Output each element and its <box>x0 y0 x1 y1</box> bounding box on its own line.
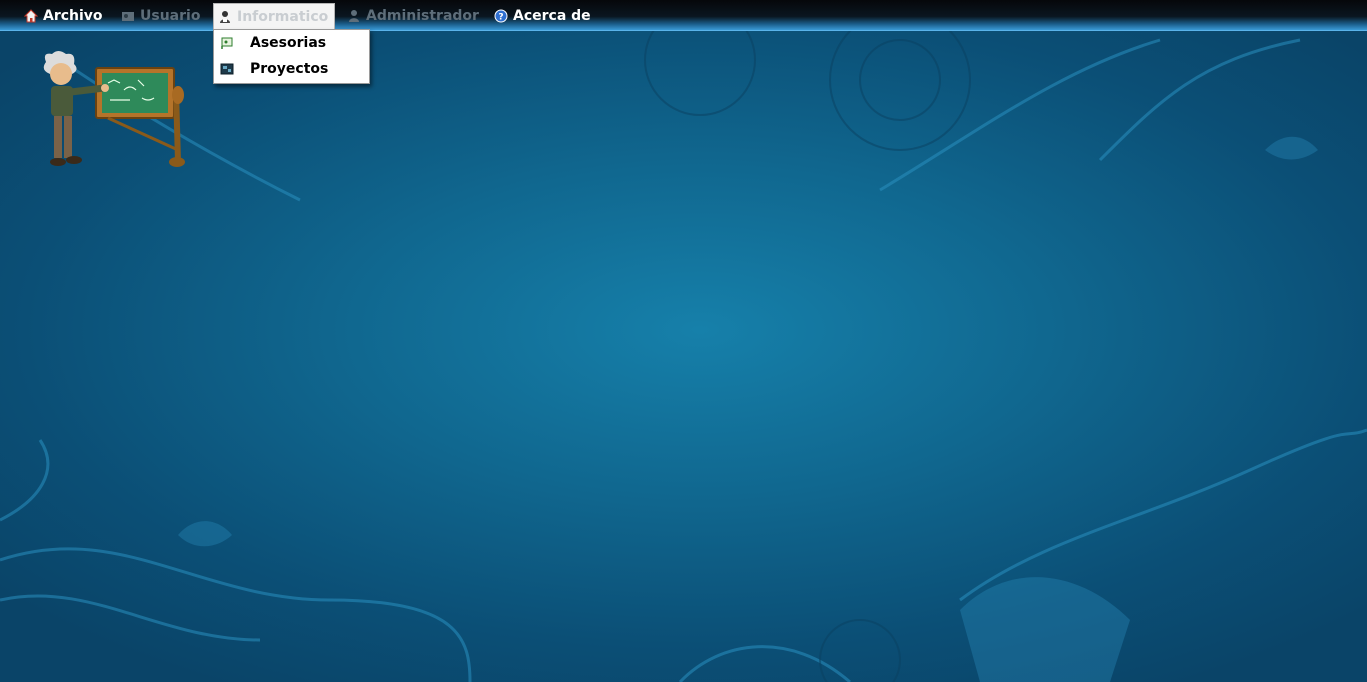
admin-icon <box>349 10 359 22</box>
menu-archivo[interactable]: Archivo <box>24 4 103 28</box>
menu-acerca-de-label: Acerca de <box>513 8 591 24</box>
menu-usuario[interactable]: Usuario <box>121 4 200 28</box>
menu-bar: Archivo Usuario Informatico Administrado… <box>0 0 1367 30</box>
menu-acerca-de[interactable]: ? Acerca de <box>494 4 591 28</box>
menu-informatico-label: Informatico <box>237 9 329 25</box>
background-decoration <box>0 4 1367 682</box>
projects-icon <box>220 63 234 75</box>
dropdown-item-asesorias-label: Asesorias <box>250 35 327 51</box>
desktop-background <box>0 0 1367 682</box>
user-card-icon <box>122 12 134 21</box>
dropdown-item-proyectos[interactable]: Proyectos <box>214 56 369 82</box>
technician-icon <box>220 11 230 23</box>
menu-administrador-label: Administrador <box>366 8 479 24</box>
help-icon: ? <box>494 9 508 23</box>
menu-archivo-label: Archivo <box>43 8 103 24</box>
menu-usuario-label: Usuario <box>140 8 201 24</box>
menu-administrador[interactable]: Administrador <box>347 4 479 28</box>
professor-mascot-image <box>43 51 185 167</box>
informatico-dropdown: Asesorias Proyectos <box>213 29 370 84</box>
home-icon <box>24 9 38 23</box>
dropdown-item-proyectos-label: Proyectos <box>250 61 329 77</box>
advice-icon <box>221 37 233 49</box>
menu-informatico[interactable]: Informatico <box>213 3 336 30</box>
dropdown-item-asesorias[interactable]: Asesorias <box>214 30 369 56</box>
svg-text:?: ? <box>498 13 503 23</box>
